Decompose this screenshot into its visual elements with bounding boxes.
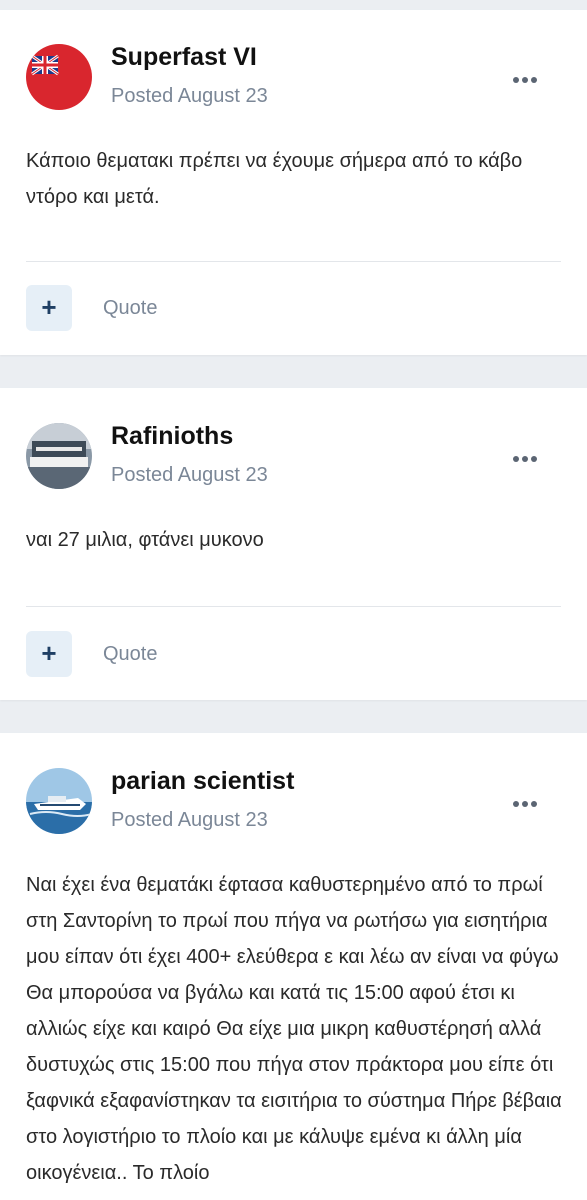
more-options-icon[interactable] (513, 70, 543, 83)
catamaran-photo-icon (26, 768, 92, 834)
quote-button[interactable]: Quote (103, 643, 157, 666)
post-body: Κάποιο θεματακι πρέπει να έχουμε σήμερα … (26, 150, 523, 208)
post-card: Rafinioths Posted August 23 ναι 27 μιλια… (0, 388, 587, 700)
avatar[interactable] (26, 768, 92, 834)
avatar[interactable] (26, 44, 92, 110)
avatar[interactable] (26, 423, 92, 489)
plus-icon[interactable]: + (26, 285, 72, 331)
more-options-icon[interactable] (513, 449, 543, 462)
post-body: ναι 27 μιλια, φτάνει μυκονο (26, 529, 264, 551)
red-ensign-flag-icon (26, 44, 92, 110)
plus-icon[interactable]: + (26, 631, 72, 677)
post-card: parian scientist Posted August 23 Ναι έχ… (0, 733, 587, 1200)
author-name[interactable]: Superfast VI (111, 43, 257, 72)
post-date: Posted August 23 (111, 85, 268, 107)
divider (26, 606, 561, 607)
post-body: Ναι έχει ένα θεματάκι έφτασα καθυστερημέ… (26, 874, 562, 1184)
ferry-photo-icon (26, 423, 92, 489)
author-name[interactable]: parian scientist (111, 767, 294, 796)
author-name[interactable]: Rafinioths (111, 422, 233, 451)
quote-button[interactable]: Quote (103, 297, 157, 320)
post-date: Posted August 23 (111, 809, 268, 831)
post-card: Superfast VI Posted August 23 Κάποιο θεμ… (0, 10, 587, 355)
more-options-icon[interactable] (513, 794, 543, 807)
post-date: Posted August 23 (111, 464, 268, 486)
divider (26, 261, 561, 262)
